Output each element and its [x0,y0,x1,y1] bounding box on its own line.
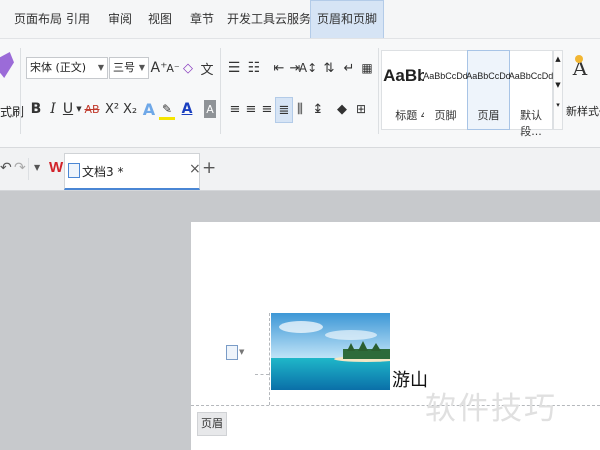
document-icon [68,163,80,178]
font-color-button[interactable]: A [180,98,194,120]
chevron-down-icon[interactable]: ▼ [554,81,562,89]
text-effect-button[interactable]: A [142,98,156,120]
new-style-label: 新样式 [566,105,599,118]
new-tab-icon[interactable]: + [202,158,216,178]
justify-icon[interactable]: ≣ [275,97,293,123]
header-beach-image[interactable] [271,313,390,390]
menu-section[interactable]: 章节 [190,0,214,38]
header-text[interactable]: 游山 [392,366,428,392]
chevron-down-icon: ▼ [138,63,145,72]
separator [220,48,221,134]
italic-button[interactable]: I [47,98,59,120]
chevron-down-icon[interactable]: ▼ [75,98,83,120]
undo-icon[interactable]: ↶ [0,160,12,176]
change-case-icon[interactable]: A↕ [299,57,317,79]
menu-review[interactable]: 审阅 [108,0,132,38]
close-icon[interactable]: × [189,161,201,177]
separator [28,158,29,180]
style-name: 页眉 [477,109,500,122]
separator [378,48,379,134]
chevron-down-icon: ▼ [97,63,104,72]
more-styles-icon[interactable]: ▾ [554,101,562,109]
header-label-tag: 页眉 [197,412,227,436]
document-title: 文档3 * [82,165,124,179]
paragraph-layout-icon[interactable] [226,345,238,360]
shrink-font-button[interactable]: A⁻ [166,57,180,79]
menu-page-layout[interactable]: 页面布局 [14,0,62,38]
sea [271,358,390,390]
style-name: 页脚 [434,109,457,122]
show-marks-icon[interactable]: ↵ [341,57,357,79]
wps-logo-icon[interactable]: W [49,159,63,176]
menu-developer-tools[interactable]: 开发工具 [227,0,275,38]
borders-icon[interactable]: ⊞ [354,98,368,120]
separator [20,48,21,134]
align-left-icon[interactable]: ≡ [228,98,242,120]
chevron-down-icon[interactable]: ▼ [34,163,40,172]
margin-guide [269,313,270,405]
chevron-up-icon[interactable]: ▲ [554,55,562,63]
sort-icon[interactable]: ⇅ [322,57,336,79]
style-default-paragraph[interactable]: AaBbCcDd 默认段... [509,50,553,138]
redo-icon[interactable]: ↷ [14,160,26,176]
cloud [279,321,323,333]
margin-guide [255,374,269,375]
watermark: 软件技巧 [425,391,557,427]
style-name: 默认段... [520,109,542,138]
styles-scroll[interactable]: ▲ ▼ ▾ [553,50,563,130]
chevron-down-icon[interactable]: ▼ [239,348,244,356]
new-style-button[interactable]: 新样式▼ [566,103,600,119]
menu-bar: 页面布局 引用 审阅 视图 章节 开发工具 云服务 页眉和页脚 [0,0,600,39]
menu-header-footer[interactable]: 页眉和页脚 [310,0,385,38]
style-sample: AaBbCcDd [508,71,554,81]
align-right-icon[interactable]: ≡ [260,98,274,120]
shading-icon[interactable]: ◆ [334,98,350,120]
menu-cloud-service[interactable]: 云服务 [275,0,311,38]
font-name-select[interactable]: 宋体 (正文) ▼ [26,57,108,79]
bullet-list-icon[interactable]: ☰ [226,57,242,79]
strikethrough-button[interactable]: AB [84,98,100,120]
style-footer[interactable]: AaBbCcDd 页脚 [423,50,468,130]
highlight-color-bar [159,117,175,120]
bold-button[interactable]: B [30,98,42,120]
font-size-value: 三号 [113,61,135,74]
superscript-button[interactable]: X² [104,98,120,120]
line-spacing-icon[interactable]: ↨ [310,98,326,120]
decrease-indent-icon[interactable]: ⇤ [272,57,286,79]
tab-document[interactable]: 文档3 * × [64,153,201,190]
menu-view[interactable]: 视图 [148,0,172,38]
phonetic-guide-button[interactable]: 文 [198,57,216,79]
cloud [325,330,377,340]
font-name-value: 宋体 (正文) [30,61,87,74]
table-icon[interactable]: ▦ [360,57,374,79]
align-center-icon[interactable]: ≡ [244,98,258,120]
menu-references[interactable]: 引用 [66,0,90,38]
distribute-icon[interactable]: ⫼ [293,98,307,120]
char-shading-button[interactable]: A [204,100,216,118]
clear-format-icon[interactable]: ◇ [182,57,194,79]
font-size-select[interactable]: 三号 ▼ [109,57,149,79]
underline-button[interactable]: U [62,98,74,120]
numbered-list-icon[interactable]: ☷ [246,57,262,79]
style-header[interactable]: AaBbCcDd 页眉 [466,50,511,130]
subscript-button[interactable]: X₂ [122,98,138,120]
grow-font-button[interactable]: A⁺ [151,57,168,79]
sparkle-icon [575,55,583,63]
